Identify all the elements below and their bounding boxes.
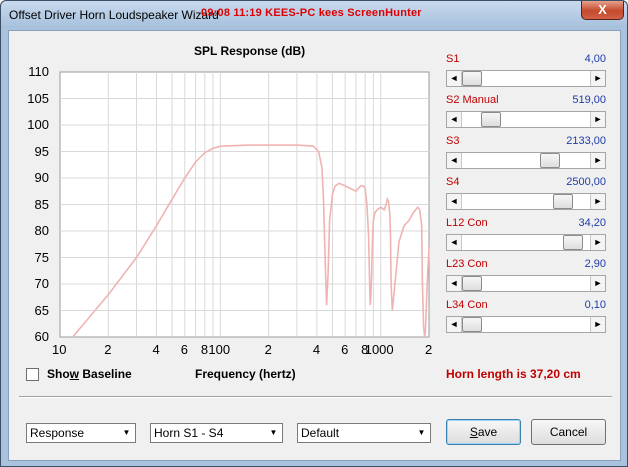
scroll-left-icon[interactable]: ◄ [447,112,462,127]
slider-label-s4: S4 [446,176,460,188]
y-tick-label: 90 [34,170,49,185]
view-select[interactable]: Response ▼ [26,423,136,443]
x-tick-label: 4 [312,342,321,357]
slider-track[interactable] [462,276,590,291]
slider-value-s2: 519,00 [572,94,606,106]
slider-label-s3: S3 [446,135,460,147]
x-tick-label: 6 [341,342,349,357]
slider-thumb[interactable] [480,112,501,127]
slider-label-l34: L34 Con [446,299,488,311]
scroll-left-icon[interactable]: ◄ [447,235,462,250]
scroll-right-icon[interactable]: ► [590,235,605,250]
slider-thumb[interactable] [540,153,561,168]
close-icon: X [598,2,607,17]
slider-s2[interactable]: ◄ ► [446,111,606,128]
slider-l12[interactable]: ◄ ► [446,234,606,251]
chevron-down-icon: ▼ [122,428,131,437]
x-axis-label: Frequency (hertz) [195,367,296,381]
scroll-left-icon[interactable]: ◄ [447,276,462,291]
slider-label-s2: S2 Manual [446,94,499,106]
show-baseline-checkbox[interactable] [26,368,39,381]
slider-track[interactable] [462,71,590,86]
client-area: SPL Response (dB) 110 105 100 95 90 85 80 75 70 6… [8,30,621,461]
separator [19,396,612,398]
slider-thumb[interactable] [553,194,574,209]
save-button-label: Save [469,425,498,439]
scroll-right-icon[interactable]: ► [590,71,605,86]
y-tick-label: 110 [28,64,49,79]
slider-s3[interactable]: ◄ ► [446,152,606,169]
window-title: Offset Driver Horn Loudspeaker Wizard [9,8,219,22]
y-tick-label: 65 [34,302,49,318]
y-tick-label: 60 [34,329,49,344]
scroll-left-icon[interactable]: ◄ [447,71,462,86]
slider-track[interactable] [462,112,590,127]
scroll-right-icon[interactable]: ► [590,317,605,332]
slider-value-s4: 2500,00 [566,176,606,188]
chevron-down-icon: ▼ [269,428,278,437]
scroll-left-icon[interactable]: ◄ [447,317,462,332]
slider-label-l23: L23 Con [446,258,488,270]
slider-thumb[interactable] [563,235,584,250]
x-tick-label: 2 [104,342,112,357]
y-tick-label: 95 [34,143,49,159]
scroll-left-icon[interactable]: ◄ [447,194,462,209]
slider-l23[interactable]: ◄ ► [446,275,606,292]
show-baseline-label[interactable]: Show Baseline [47,367,132,381]
slider-thumb[interactable] [462,276,482,291]
scroll-right-icon[interactable]: ► [590,112,605,127]
y-tick-label: 80 [34,223,49,238]
y-tick-label: 70 [34,276,49,291]
view-select-value: Response [30,426,85,440]
slider-thumb[interactable] [462,71,482,86]
slider-value-l12: 34,20 [578,217,606,229]
title-bar[interactable]: Offset Driver Horn Loudspeaker Wizard 09… [1,1,627,28]
slider-label-s1: S1 [446,53,460,65]
slider-track[interactable] [462,235,590,250]
y-tick-label: 105 [27,90,49,106]
app-window: Offset Driver Horn Loudspeaker Wizard 09… [0,0,628,467]
y-tick-label: 85 [34,196,49,212]
slider-s4[interactable]: ◄ ► [446,193,606,210]
x-tick-label: 6 [180,342,189,357]
slider-thumb[interactable] [462,317,482,332]
y-tick-label: 100 [27,117,49,132]
slider-track[interactable] [462,153,590,168]
save-button[interactable]: Save [446,419,521,445]
slider-track[interactable] [462,317,590,332]
scroll-right-icon[interactable]: ► [590,194,605,209]
x-tick-label: 1000 [364,342,394,357]
scroll-right-icon[interactable]: ► [590,276,605,291]
x-tick-label: 2 [264,342,272,357]
slider-value-l23: 2,90 [584,258,606,270]
slider-value-s3: 2133,00 [566,135,606,147]
x-tick-label: 10 [52,342,67,357]
preset-select-value: Default [301,426,340,440]
cancel-button[interactable]: Cancel [531,419,606,445]
screenhunter-watermark: 09:08 11:19 KEES-PC kees ScreenHunter [201,7,422,19]
y-tick-label: 75 [34,249,49,265]
section-select-value: Horn S1 - S4 [154,426,224,440]
horn-length-text: Horn length is 37,20 cm [446,367,581,381]
slider-s1[interactable]: ◄ ► [446,70,606,87]
slider-value-s1: 4,00 [584,53,606,65]
slider-label-l12: L12 Con [446,217,488,229]
slider-l34[interactable]: ◄ ► [446,316,606,333]
scroll-right-icon[interactable]: ► [590,153,605,168]
scroll-left-icon[interactable]: ◄ [447,153,462,168]
x-tick-label: 4 [152,342,160,357]
close-button[interactable]: X [581,1,624,20]
x-tick-label: 8 [200,342,209,357]
chevron-down-icon: ▼ [417,428,426,437]
section-select[interactable]: Horn S1 - S4 ▼ [150,423,283,443]
slider-value-l34: 0,10 [584,299,606,311]
preset-select[interactable]: Default ▼ [297,423,431,443]
slider-track[interactable] [462,194,590,209]
x-tick-label: 2 [425,342,433,357]
cancel-button-label: Cancel [549,425,588,439]
x-tick-label: 100 [208,342,231,357]
